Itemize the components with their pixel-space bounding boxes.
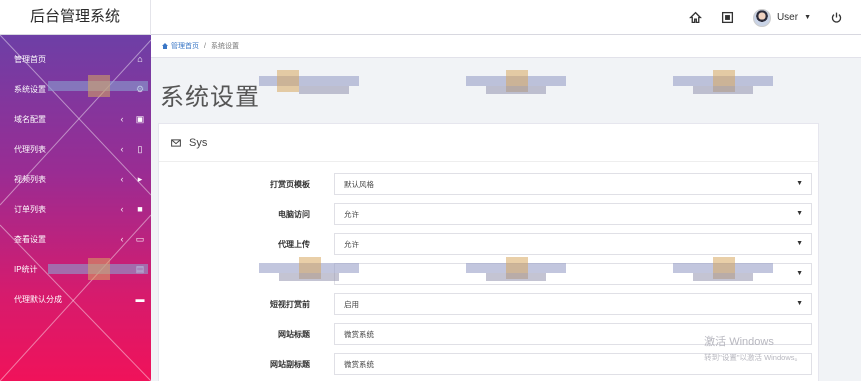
field-label: 打赏页模板 [270,179,310,189]
pixelated-watermark [48,75,148,103]
home-icon: ⌂ [137,54,143,64]
watermark-line2: 转到"设置"以激活 Windows。 [704,353,802,362]
briefcase-icon: ■ [137,204,143,214]
sidebar-item-home[interactable]: 管理首页 ⌂ [0,44,151,74]
sidebar-item-agents[interactable]: 代理列表 ‹ ▯ [0,134,151,164]
avatar [752,8,771,27]
pc-access-select[interactable]: 允许 ▼ [334,203,812,225]
chevron-left-icon: ‹ [120,144,124,154]
reward-select[interactable]: 启用 ▼ [334,293,812,315]
form-row-agent-upload: 代理上传 允许 ▼ [159,231,820,257]
form-row-pc-access: 电脑访问 允许 ▼ [159,201,820,227]
sidebar-item-view-settings[interactable]: 查看设置 ‹ ▭ [0,224,151,254]
sidebar-item-agent-share[interactable]: 代理默认分成 ▬ [0,284,151,314]
input-value: 微赏系统 [344,329,374,339]
sidebar-item-label: 域名配置 [14,114,46,124]
pixelated-watermark [259,70,359,98]
sidebar-item-label: 代理列表 [14,144,46,154]
caret-down-icon: ▼ [796,270,803,277]
folder-icon: ▣ [135,113,145,124]
play-icon: ▸ [137,173,143,184]
select-value: 允许 [344,239,359,249]
field-label: 电脑访问 [278,209,310,219]
breadcrumb-current: 系统设置 [210,43,239,50]
form-row-template: 打赏页模板 默认风格 ▼ [159,171,820,197]
field-label: 代理上传 [278,239,310,249]
panel-header: Sys [159,124,818,162]
pixelated-watermark [673,257,773,285]
caret-down-icon: ▼ [796,240,803,247]
field-label: 网站标题 [278,329,310,339]
field-label: 网站副标题 [270,359,310,369]
breadcrumb-separator: / [204,42,206,50]
input-value: 微赏系统 [344,359,374,369]
select-value: 允许 [344,209,359,219]
breadcrumb-home[interactable]: 管理首页 [161,41,199,51]
user-label: User [776,12,799,23]
sidebar-item-label: 查看设置 [14,234,46,244]
sidebar-item-domains[interactable]: 域名配置 ‹ ▣ [0,104,151,134]
envelope-icon [171,138,181,147]
mobile-icon: ▯ [137,143,143,154]
header-actions: User ▼ [689,0,843,35]
pixelated-watermark [466,257,566,285]
breadcrumb: 管理首页 / 系统设置 [151,35,861,58]
app-title[interactable]: 后台管理系统 [0,0,151,35]
caret-down-icon: ▼ [804,14,811,21]
power-icon[interactable] [829,11,843,25]
pixelated-watermark [673,70,773,98]
sidebar-item-videos[interactable]: 视频列表 ‹ ▸ [0,164,151,194]
sidebar-item-orders[interactable]: 订单列表 ‹ ■ [0,194,151,224]
chevron-left-icon: ‹ [120,114,124,124]
field-label: 短视打赏前 [270,299,310,309]
caret-down-icon: ▼ [796,210,803,217]
home-icon[interactable] [689,11,703,25]
template-select[interactable]: 默认风格 ▼ [334,173,812,195]
caret-down-icon: ▼ [796,180,803,187]
main-content: 管理首页 / 系统设置 系统设置 Sys 打赏页模板 默认风格 ▼ 电脑访问 允… [151,35,861,381]
user-menu[interactable]: User ▼ [752,8,811,27]
pixelated-watermark [48,258,148,286]
breadcrumb-home-label: 管理首页 [171,43,199,50]
caret-down-icon: ▼ [796,300,803,307]
page-title: 系统设置 [160,84,260,111]
home-icon [162,43,168,49]
sidebar-item-label: 管理首页 [14,54,46,64]
panel-title: Sys [189,136,208,149]
select-value: 启用 [344,299,359,309]
form-row-reward: 短视打赏前 启用 ▼ [159,291,820,317]
chevron-left-icon: ‹ [120,234,124,244]
sidebar-item-label: 订单列表 [14,204,46,214]
agent-upload-select[interactable]: 允许 ▼ [334,233,812,255]
watermark-line1: 激活 Windows [704,336,774,348]
window-icon[interactable] [721,11,735,25]
sidebar-item-label: 视频列表 [14,174,46,184]
sidebar-item-label: 代理默认分成 [14,294,62,304]
card-icon: ▬ [135,294,145,304]
chevron-left-icon: ‹ [120,204,124,214]
pixelated-watermark [466,70,566,98]
windows-activation-watermark: 激活 Windows 转到"设置"以激活 Windows。 [704,333,802,363]
monitor-icon: ▭ [135,233,145,244]
select-value: 默认风格 [344,179,374,189]
pixelated-watermark [259,257,359,285]
chevron-left-icon: ‹ [120,174,124,184]
top-header: 后台管理系统 User ▼ [0,0,861,35]
